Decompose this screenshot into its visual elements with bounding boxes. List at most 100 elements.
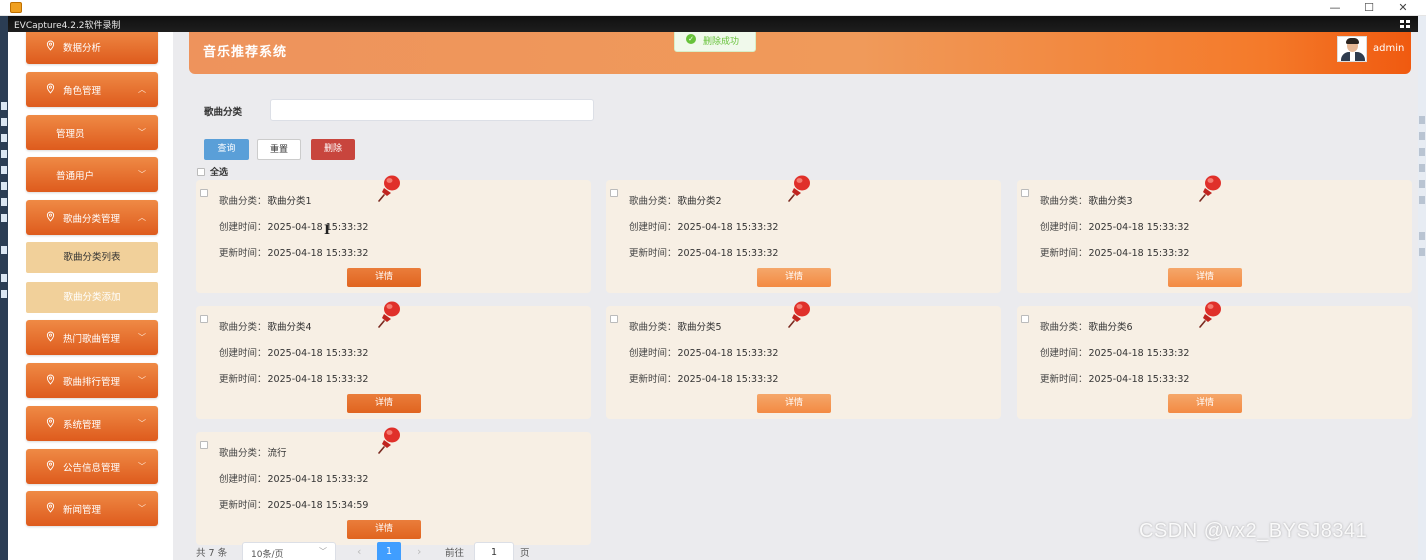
category-search-input[interactable] bbox=[270, 99, 594, 121]
card-checkbox[interactable] bbox=[200, 189, 208, 197]
card-created-value: 2025-04-18 15:33:32 bbox=[267, 348, 369, 359]
sidebar-item-data-analysis[interactable]: 数据分析 bbox=[26, 32, 158, 64]
detail-button[interactable]: 详情 bbox=[1168, 394, 1242, 413]
card-updated-label: 更新时间： bbox=[1040, 374, 1088, 385]
card-category-label: 歌曲分类： bbox=[1040, 196, 1088, 207]
sidebar-item-system-management[interactable]: 系统管理 ﹀ bbox=[26, 406, 158, 441]
top-header: 音乐推荐系统 admin bbox=[189, 32, 1411, 74]
card-created-row: 创建时间：2025-04-18 15:33:32 bbox=[629, 219, 778, 233]
page-size-value: 10条/页 bbox=[251, 550, 284, 560]
card-checkbox[interactable] bbox=[200, 315, 208, 323]
card-created-label: 创建时间： bbox=[219, 474, 267, 485]
page-number-current[interactable]: 1 bbox=[377, 542, 401, 560]
detail-button[interactable]: 详情 bbox=[347, 268, 421, 287]
card-updated-label: 更新时间： bbox=[219, 500, 267, 511]
card-checkbox[interactable] bbox=[1021, 189, 1029, 197]
card-category-value: 流行 bbox=[267, 448, 287, 459]
card-updated-row: 更新时间：2025-04-18 15:33:32 bbox=[1040, 245, 1189, 259]
capture-title: EVCapture4.2.2软件录制 bbox=[14, 21, 121, 31]
chevron-up-icon: ︿ bbox=[138, 213, 146, 222]
card-updated-label: 更新时间： bbox=[219, 374, 267, 385]
sidebar-item-news-management[interactable]: 新闻管理 ﹀ bbox=[26, 491, 158, 526]
grid-icon[interactable] bbox=[1400, 20, 1410, 29]
card-checkbox[interactable] bbox=[1021, 315, 1029, 323]
card-created-row: 创建时间：2025-04-18 15:33:32 bbox=[1040, 219, 1189, 233]
sidebar-item-announcement-management[interactable]: 公告信息管理 ﹀ bbox=[26, 449, 158, 484]
avatar[interactable] bbox=[1337, 36, 1367, 62]
toast-message: 删除成功 bbox=[703, 37, 740, 47]
category-card: 歌曲分类：歌曲分类3 创建时间：2025-04-18 15:33:32 更新时间：2… bbox=[1017, 175, 1412, 293]
delete-button[interactable]: 删除 bbox=[311, 139, 355, 160]
detail-button[interactable]: 详情 bbox=[347, 520, 421, 539]
close-button[interactable]: ✕ bbox=[1386, 0, 1420, 16]
window-titlebar: — ☐ ✕ bbox=[0, 0, 1426, 16]
text-cursor-icon: I bbox=[324, 223, 331, 238]
card-updated-row: 更新时间：2025-04-18 15:33:32 bbox=[1040, 371, 1189, 385]
reset-button[interactable]: 重置 bbox=[257, 139, 301, 160]
app-root: 数据分析 角色管理 ︿ 管理员 ﹀ 普通用户 ﹀ 歌曲分类管理 ︿ 歌曲分类列表… bbox=[8, 32, 1418, 560]
card-updated-label: 更新时间： bbox=[219, 248, 267, 259]
select-all-label: 全选 bbox=[210, 168, 229, 178]
card-checkbox[interactable] bbox=[610, 315, 618, 323]
card-updated-label: 更新时间： bbox=[629, 248, 677, 259]
check-icon: ✓ bbox=[686, 34, 696, 44]
prev-page-button[interactable]: ‹ bbox=[357, 545, 361, 558]
goto-page-input[interactable]: 1 bbox=[474, 542, 514, 560]
sidebar: 数据分析 角色管理 ︿ 管理员 ﹀ 普通用户 ﹀ 歌曲分类管理 ︿ 歌曲分类列表… bbox=[8, 32, 173, 560]
detail-button[interactable]: 详情 bbox=[1168, 268, 1242, 287]
location-pin-icon bbox=[46, 417, 55, 428]
pagination-total: 共 7 条 bbox=[196, 548, 228, 559]
chevron-down-icon: ﹀ bbox=[138, 504, 146, 513]
capture-toolbar: EVCapture4.2.2软件录制 bbox=[8, 16, 1418, 32]
detail-button[interactable]: 详情 bbox=[757, 268, 831, 287]
card-updated-row: 更新时间：2025-04-18 15:33:32 bbox=[629, 245, 778, 259]
chevron-up-icon: ︿ bbox=[138, 85, 146, 94]
detail-button[interactable]: 详情 bbox=[757, 394, 831, 413]
page-title: 音乐推荐系统 bbox=[203, 45, 288, 60]
card-updated-row: 更新时间：2025-04-18 15:33:32 bbox=[629, 371, 778, 385]
select-all[interactable]: 全选 bbox=[197, 165, 228, 178]
sidebar-item-label: 歌曲排行管理 bbox=[63, 377, 121, 388]
sidebar-item-song-ranking[interactable]: 歌曲排行管理 ﹀ bbox=[26, 363, 158, 398]
card-category-value: 歌曲分类4 bbox=[267, 322, 312, 333]
card-category-value: 歌曲分类1 bbox=[267, 196, 312, 207]
next-page-button[interactable]: › bbox=[417, 545, 421, 558]
card-created-label: 创建时间： bbox=[629, 348, 677, 359]
sidebar-item-hot-songs[interactable]: 热门歌曲管理 ﹀ bbox=[26, 320, 158, 355]
select-all-checkbox[interactable] bbox=[197, 167, 205, 176]
card-category-label: 歌曲分类： bbox=[629, 322, 677, 333]
card-created-value: 2025-04-18 15:33:32 bbox=[267, 222, 369, 233]
sidebar-item-label: 新闻管理 bbox=[63, 505, 102, 516]
sidebar-item-role-management[interactable]: 角色管理 ︿ bbox=[26, 72, 158, 107]
sidebar-subitem-song-category-list[interactable]: 歌曲分类列表 bbox=[26, 242, 158, 273]
sidebar-subitem-song-category-add[interactable]: 歌曲分类添加 bbox=[26, 282, 158, 313]
card-updated-row: 更新时间：2025-04-18 15:34:59 bbox=[219, 497, 368, 511]
location-pin-icon bbox=[46, 502, 55, 513]
background-window-left bbox=[0, 16, 8, 560]
card-category-value: 歌曲分类5 bbox=[677, 322, 722, 333]
username[interactable]: admin bbox=[1373, 43, 1404, 54]
chevron-down-icon: ﹀ bbox=[138, 419, 146, 428]
chevron-down-icon: ﹀ bbox=[138, 376, 146, 385]
sidebar-item-admin[interactable]: 管理员 ﹀ bbox=[26, 115, 158, 150]
sidebar-item-normal-user[interactable]: 普通用户 ﹀ bbox=[26, 157, 158, 192]
sidebar-item-label: 热门歌曲管理 bbox=[63, 334, 121, 345]
sidebar-item-song-category-management[interactable]: 歌曲分类管理 ︿ bbox=[26, 200, 158, 235]
card-category-label: 歌曲分类： bbox=[1040, 322, 1088, 333]
card-category-value: 歌曲分类6 bbox=[1088, 322, 1133, 333]
sidebar-item-label: 管理员 bbox=[56, 129, 85, 140]
pushpin-icon bbox=[377, 173, 403, 203]
card-created-value: 2025-04-18 15:33:32 bbox=[267, 474, 369, 485]
detail-button[interactable]: 详情 bbox=[347, 394, 421, 413]
page-size-select[interactable]: 10条/页 ﹀ bbox=[242, 542, 336, 560]
minimize-button[interactable]: — bbox=[1318, 0, 1352, 16]
chevron-down-icon: ﹀ bbox=[138, 462, 146, 471]
query-button[interactable]: 查询 bbox=[204, 139, 249, 160]
card-updated-value: 2025-04-18 15:33:32 bbox=[267, 248, 369, 259]
maximize-button[interactable]: ☐ bbox=[1352, 0, 1386, 16]
card-category-row: 歌曲分类：歌曲分类5 bbox=[629, 319, 722, 333]
card-checkbox[interactable] bbox=[200, 441, 208, 449]
sidebar-item-label: 数据分析 bbox=[63, 43, 102, 54]
card-checkbox[interactable] bbox=[610, 189, 618, 197]
card-category-row: 歌曲分类：歌曲分类3 bbox=[1040, 193, 1133, 207]
